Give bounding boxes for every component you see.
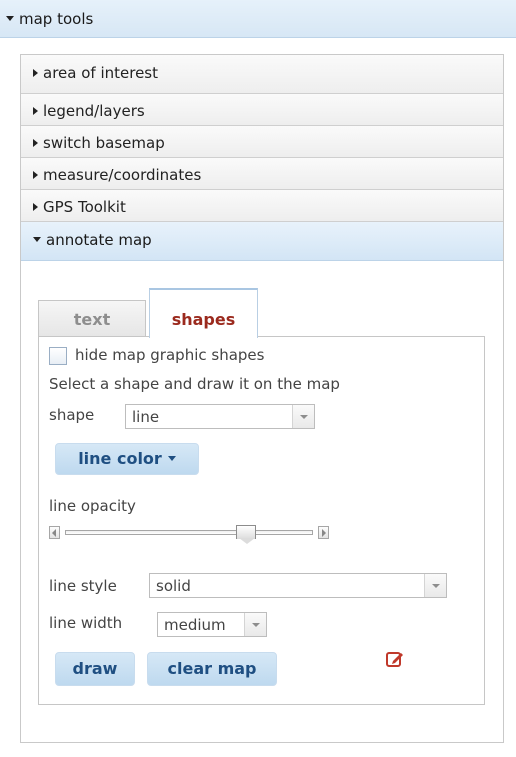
hide-shapes-label: hide map graphic shapes [75,346,265,364]
annotate-map-content: text shapes hide map graphic shapes Sele… [21,261,503,707]
shape-select[interactable]: line [125,404,315,429]
map-tools-header[interactable]: map tools [0,0,516,38]
line-style-select[interactable]: solid [149,573,447,598]
accordion-item-label: switch basemap [43,134,165,152]
line-width-select-value: medium [164,616,226,634]
shapes-tab-body: hide map graphic shapes Select a shape a… [38,336,485,705]
accordion-item-label: measure/coordinates [43,166,202,184]
accordion-item-gps-toolkit[interactable]: GPS Toolkit [21,190,503,222]
line-style-label: line style [49,577,117,595]
line-color-button[interactable]: line color [55,443,199,475]
accordion-item-switch-basemap[interactable]: switch basemap [21,126,503,158]
pencil-edit-icon[interactable] [385,649,405,669]
chevron-down-icon[interactable] [424,574,446,597]
triangle-right-icon [33,170,38,179]
tab-text[interactable]: text [38,300,146,336]
line-width-label: line width [49,614,123,632]
slider-track[interactable] [65,530,313,535]
triangle-right-icon [33,202,38,211]
shape-instruction: Select a shape and draw it on the map [49,375,340,393]
triangle-right-icon [33,106,38,115]
accordion-item-label: area of interest [43,64,158,82]
slider-decrement-icon[interactable] [49,526,60,539]
hide-shapes-row: hide map graphic shapes [49,346,264,365]
line-opacity-slider[interactable] [49,525,329,544]
shape-select-value: line [132,408,160,426]
slider-thumb[interactable] [236,525,256,544]
triangle-down-icon [6,16,14,21]
line-width-select[interactable]: medium [157,612,267,637]
chevron-down-icon[interactable] [292,405,314,428]
shape-label: shape [49,406,95,424]
line-color-label: line color [78,449,162,468]
accordion-item-legend-layers[interactable]: legend/layers [21,94,503,126]
tab-shapes[interactable]: shapes [149,288,258,338]
slider-increment-icon[interactable] [318,526,329,539]
triangle-right-icon [33,68,38,77]
accordion-item-measure-coordinates[interactable]: measure/coordinates [21,158,503,190]
hide-shapes-checkbox[interactable] [49,346,67,365]
line-style-select-value: solid [156,577,191,595]
accordion-item-label: GPS Toolkit [43,198,126,216]
accordion-item-label: legend/layers [43,102,145,120]
clear-map-button[interactable]: clear map [147,652,277,686]
accordion-item-annotate-map[interactable]: annotate map [21,222,503,261]
map-tools-panel: area of interest legend/layers switch ba… [20,54,504,743]
caret-down-icon [167,456,176,461]
accordion-item-label: annotate map [46,231,152,249]
chevron-down-icon[interactable] [244,613,266,636]
annotate-tabs: text shapes hide map graphic shapes Sele… [38,275,485,705]
triangle-down-icon [33,237,41,242]
map-tools-title: map tools [19,10,94,28]
triangle-right-icon [33,138,38,147]
line-opacity-label: line opacity [49,497,136,515]
accordion-item-area-of-interest[interactable]: area of interest [21,55,503,94]
draw-button[interactable]: draw [55,652,135,686]
